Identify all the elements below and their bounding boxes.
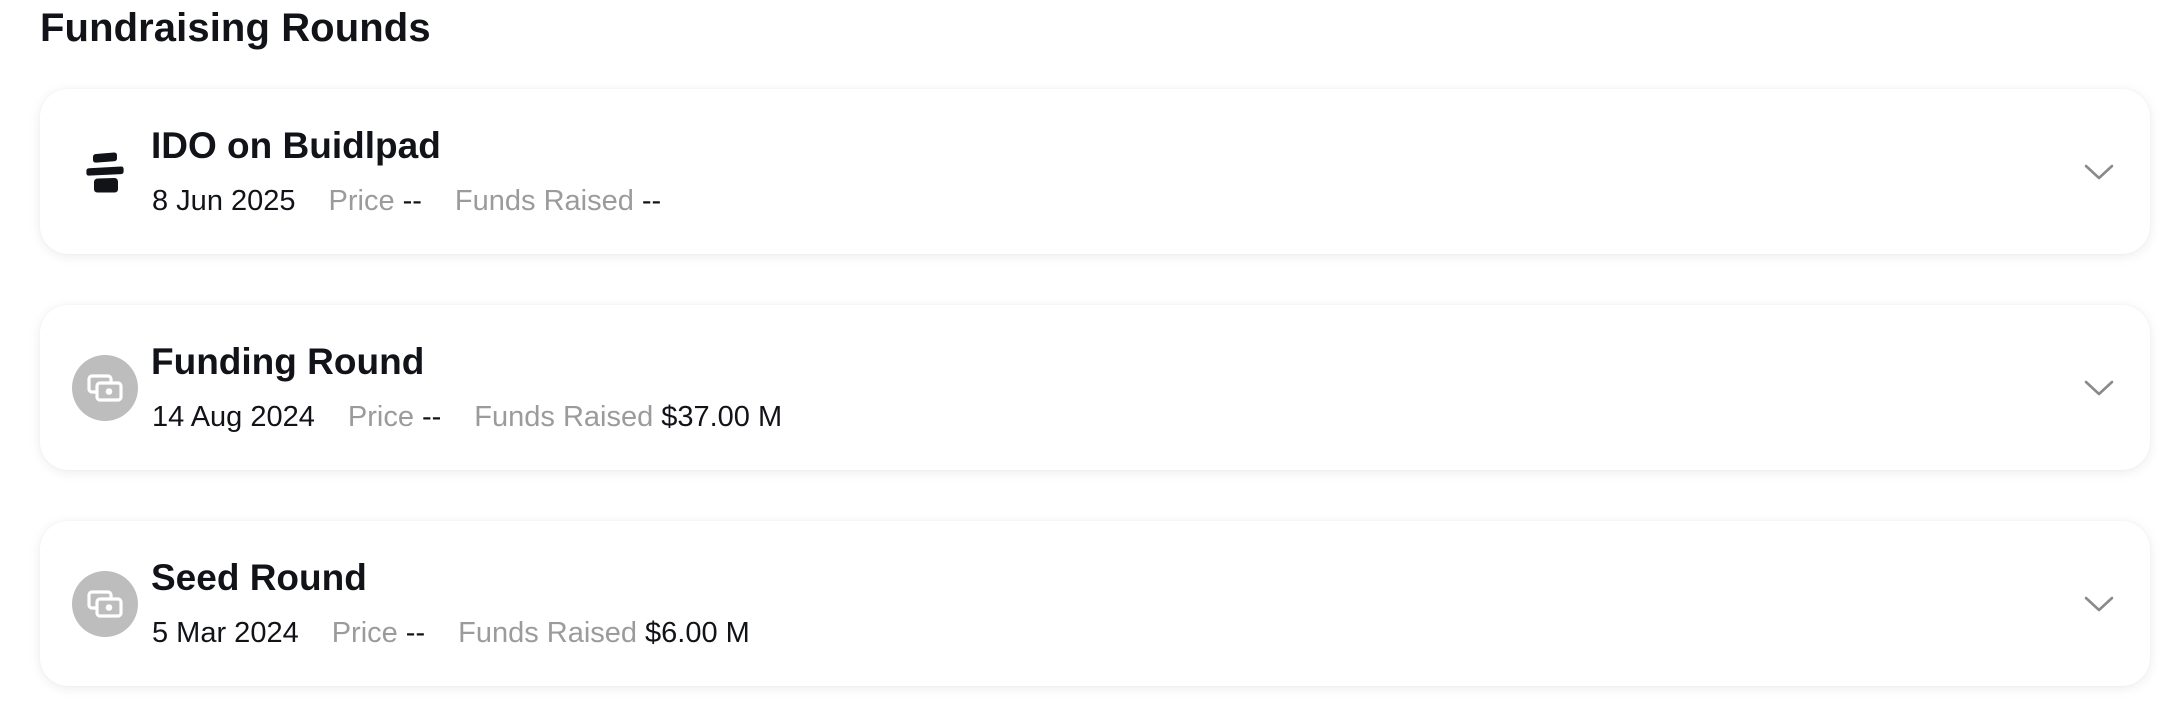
round-card-funding-round[interactable]: Funding Round 14 Aug 2024 Price -- Funds… [40,305,2150,470]
round-title: Seed Round [151,557,367,598]
price-value: -- [402,185,422,217]
funds-raised-value: -- [641,185,662,217]
funds-raised-value: $6.00 M [645,617,750,649]
fundraising-rounds-page: Fundraising Rounds IDO on Buidlpad 8 Jun… [0,0,2170,724]
round-date: 5 Mar 2024 [152,617,299,649]
funds-raised-label: Funds Raised [458,617,638,649]
price-label: Price [328,185,395,217]
chevron-down-icon[interactable] [2082,371,2116,405]
round-card-ido-buidlpad[interactable]: IDO on Buidlpad 8 Jun 2025 Price -- Fund… [40,89,2150,254]
funds-raised-label: Funds Raised [474,401,654,433]
price-label: Price [347,401,414,433]
price-label: Price [331,617,398,649]
round-meta: 8 Jun 2025 Price -- Funds Raised -- [152,183,694,219]
round-meta: 5 Mar 2024 Price -- Funds Raised $6.00 M [152,615,783,651]
round-title: IDO on Buidlpad [151,125,441,166]
round-title: Funding Round [151,341,425,382]
price-value: -- [421,401,442,433]
round-card-seed-round[interactable]: Seed Round 5 Mar 2024 Price -- Funds Rai… [40,521,2150,686]
chevron-down-icon[interactable] [2082,155,2116,189]
money-icon [72,355,138,421]
buidlpad-logo-icon [72,139,138,205]
price-value: -- [405,617,426,649]
money-icon [72,571,138,637]
section-title: Fundraising Rounds [40,6,431,50]
funds-raised-label: Funds Raised [454,185,634,217]
chevron-down-icon[interactable] [2082,587,2116,621]
round-meta: 14 Aug 2024 Price -- Funds Raised $37.00… [152,399,815,435]
round-date: 14 Aug 2024 [152,401,315,433]
round-date: 8 Jun 2025 [152,185,296,217]
funds-raised-value: $37.00 M [661,401,783,433]
